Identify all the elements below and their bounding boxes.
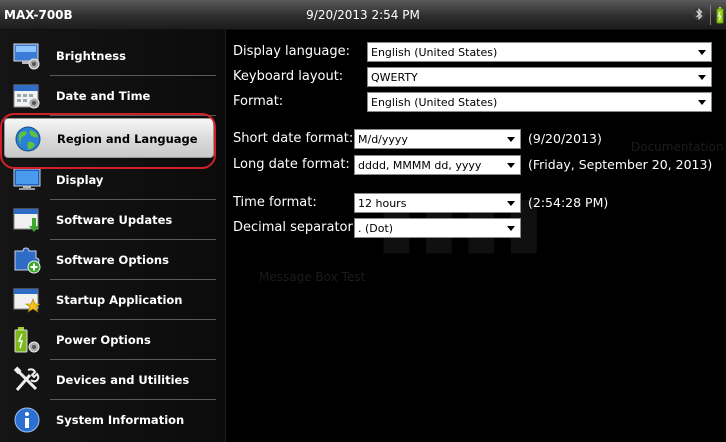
power-options-icon	[14, 327, 40, 353]
decimal-separator-label: Decimal separator:	[233, 220, 357, 235]
long-date-format-select[interactable]: dddd, MMMM dd, yyyy	[354, 155, 521, 175]
sidebar-item-label: Display	[56, 173, 104, 187]
sidebar-item-software-options[interactable]: Software Options	[0, 240, 226, 280]
select-value: dddd, MMMM dd, yyyy	[358, 159, 482, 172]
time-format-sample: (2:54:28 PM)	[528, 195, 609, 210]
background-ghost-text: Documentation	[631, 140, 724, 154]
info-icon	[14, 407, 40, 433]
long-date-sample: (Friday, September 20, 2013)	[528, 157, 713, 172]
startup-star-icon	[13, 288, 41, 313]
sidebar-item-label: Startup Application	[56, 293, 183, 307]
bluetooth-icon[interactable]	[693, 6, 705, 22]
sidebar-item-label: Region and Language	[57, 132, 198, 146]
decimal-separator-select[interactable]: . (Dot)	[354, 218, 521, 238]
battery-icon[interactable]	[714, 6, 726, 24]
select-value: QWERTY	[371, 71, 418, 84]
format-select[interactable]: English (United States)	[367, 92, 712, 112]
display-language-select[interactable]: English (United States)	[367, 42, 712, 62]
sidebar-item-startup-application[interactable]: Startup Application	[0, 280, 226, 320]
sidebar-item-label: Power Options	[56, 333, 151, 347]
chevron-down-icon	[698, 75, 706, 80]
long-date-format-label: Long date format:	[233, 157, 350, 172]
display-icon	[13, 168, 41, 190]
sidebar-item-label: Software Options	[56, 253, 169, 267]
software-update-icon	[13, 208, 39, 232]
region-language-panel: ▮▮▮▮ Documentation Message Box Test Disp…	[227, 30, 726, 442]
sidebar-item-date-and-time[interactable]: Date and Time	[0, 76, 226, 116]
clock: 9/20/2013 2:54 PM	[306, 8, 420, 22]
select-value: . (Dot)	[358, 222, 394, 235]
select-value: English (United States)	[371, 46, 498, 59]
sidebar-item-brightness[interactable]: Brightness	[0, 36, 226, 76]
puzzle-add-icon	[14, 247, 41, 274]
short-date-format-label: Short date format:	[233, 131, 354, 146]
settings-sidebar: Brightness Date and Time Region and Lang…	[0, 30, 226, 442]
chevron-down-icon	[698, 50, 706, 55]
time-format-label: Time format:	[233, 195, 317, 210]
format-label: Format:	[233, 94, 284, 109]
sidebar-item-power-options[interactable]: Power Options	[0, 320, 226, 360]
sidebar-item-system-information[interactable]: System Information	[0, 400, 226, 440]
chevron-down-icon	[507, 201, 515, 206]
sidebar-item-software-updates[interactable]: Software Updates	[0, 200, 226, 240]
chevron-down-icon	[507, 163, 515, 168]
globe-icon	[15, 126, 41, 152]
sidebar-item-label: Devices and Utilities	[56, 373, 190, 387]
sidebar-item-label: Brightness	[56, 49, 126, 63]
sidebar-item-devices-and-utilities[interactable]: Devices and Utilities	[0, 360, 226, 400]
background-ghost-text: Message Box Test	[259, 270, 366, 284]
tools-icon	[13, 366, 40, 391]
keyboard-layout-select[interactable]: QWERTY	[367, 67, 712, 87]
brightness-icon	[13, 43, 40, 70]
select-value: 12 hours	[358, 197, 407, 210]
sidebar-item-label: System Information	[56, 413, 185, 427]
short-date-sample: (9/20/2013)	[528, 131, 602, 146]
sidebar-item-display[interactable]: Display	[0, 160, 226, 200]
display-language-label: Display language:	[233, 44, 350, 59]
sidebar-item-region-and-language[interactable]: Region and Language	[4, 118, 214, 158]
keyboard-layout-label: Keyboard layout:	[233, 69, 344, 84]
sidebar-item-label: Date and Time	[56, 89, 151, 103]
chevron-down-icon	[698, 100, 706, 105]
chevron-down-icon	[507, 226, 515, 231]
chevron-down-icon	[507, 137, 515, 142]
short-date-format-select[interactable]: M/d/yyyy	[354, 129, 521, 149]
titlebar-separator	[710, 5, 711, 25]
sidebar-item-label: Software Updates	[56, 213, 173, 227]
calendar-icon	[13, 84, 40, 109]
select-value: English (United States)	[371, 96, 498, 109]
time-format-select[interactable]: 12 hours	[354, 193, 521, 213]
select-value: M/d/yyyy	[358, 133, 408, 146]
divider	[50, 115, 216, 116]
title-bar: MAX-700B 9/20/2013 2:54 PM	[0, 0, 726, 30]
